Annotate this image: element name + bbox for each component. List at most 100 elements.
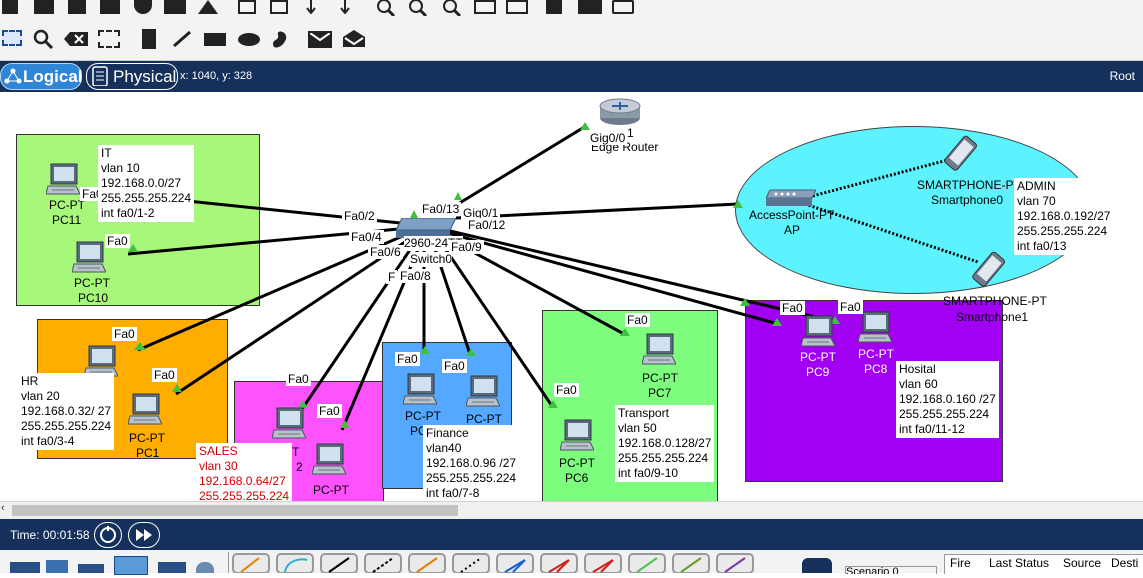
logical-tab[interactable]: Logical	[0, 63, 83, 90]
column-destination[interactable]: Desti	[1111, 556, 1138, 570]
resize-icon[interactable]	[98, 30, 120, 48]
pc9[interactable]	[800, 314, 836, 348]
power-cycle-button[interactable]	[94, 522, 122, 548]
freeform-icon[interactable]	[270, 29, 290, 49]
smartphone1[interactable]	[968, 250, 1008, 290]
pc1[interactable]	[127, 392, 163, 426]
it-vlan-note[interactable]: IT vlan 10 192.168.0.0/27 255.255.255.22…	[98, 145, 195, 222]
custom-devices-icon[interactable]	[506, 0, 528, 14]
finance-vlan-note[interactable]: Finance vlan40 192.168.0.96 /27 255.255.…	[423, 425, 520, 501]
complex-pdu-icon[interactable]	[342, 29, 366, 48]
smartphone-icon	[944, 135, 977, 171]
paste-icon[interactable]	[270, 0, 288, 14]
access-point[interactable]	[765, 188, 817, 208]
smartphone0-model: SMARTPHONE-PT	[917, 178, 1021, 192]
finance-network: 192.168.0.96 /27	[426, 456, 517, 470]
document-icon[interactable]	[546, 0, 562, 14]
column-last-status[interactable]: Last Status	[989, 556, 1049, 570]
server-icon[interactable]	[578, 0, 602, 14]
pc-icon	[857, 311, 893, 343]
simple-pdu-icon[interactable]	[308, 31, 332, 48]
rectangle-icon[interactable]	[204, 33, 226, 46]
pc5[interactable]	[465, 374, 501, 408]
pc3[interactable]	[311, 442, 347, 476]
pc11[interactable]	[45, 162, 81, 196]
admin-title: ADMIN	[1017, 179, 1056, 193]
pc10-model: PC-PT	[74, 276, 110, 290]
finance-title: Finance	[426, 426, 469, 440]
switch-port-f: F	[386, 270, 398, 284]
scrollbar-thumb[interactable]	[12, 505, 458, 516]
it-title: IT	[101, 146, 112, 160]
pc-icon	[559, 419, 595, 451]
zoom-out-icon[interactable]	[442, 0, 462, 18]
inspect-icon[interactable]	[33, 29, 55, 50]
router-model: 1	[627, 126, 634, 140]
line-icon[interactable]	[172, 30, 192, 48]
pc6-name: PC6	[565, 471, 589, 485]
scroll-left-icon[interactable]: ‹	[1, 502, 5, 514]
hospital-vlan-note[interactable]: Hosital vlan 60 192.168.0.160 /27 255.25…	[896, 361, 999, 438]
cloud-category-icon[interactable]	[196, 562, 214, 573]
admin-vlan-note[interactable]: ADMIN vlan 70 192.168.0.192/27 255.255.2…	[1014, 178, 1114, 255]
link-led	[410, 210, 418, 218]
ellipse-icon[interactable]	[238, 33, 260, 46]
pc9-port: Fa0	[780, 301, 805, 315]
undo-icon[interactable]	[304, 0, 318, 15]
physical-tab[interactable]: Physical	[86, 63, 178, 90]
print-icon[interactable]	[100, 0, 120, 14]
admin-network: 192.168.0.192/27	[1017, 209, 1111, 223]
switch0[interactable]	[395, 217, 457, 238]
drawing-palette-icon[interactable]	[474, 0, 496, 14]
pc-icon	[402, 373, 438, 405]
root-label[interactable]: Root	[1110, 69, 1135, 83]
screenshot-icon[interactable]	[612, 0, 634, 14]
pc11-name: PC11	[52, 213, 82, 227]
edit-toolbar	[0, 22, 1143, 61]
switch-port-fa0-8: Fa0/8	[398, 269, 433, 283]
select-icon[interactable]	[2, 30, 22, 46]
wireless-category-icon[interactable]	[114, 556, 148, 575]
switch-category-icon[interactable]	[46, 560, 68, 573]
pc2[interactable]	[271, 406, 307, 440]
device-category-icon[interactable]	[10, 562, 40, 573]
fast-forward-button[interactable]	[128, 522, 160, 548]
pc-icon	[465, 375, 501, 407]
smartphone0[interactable]	[940, 134, 980, 174]
column-source[interactable]: Source	[1063, 556, 1101, 570]
pc6[interactable]	[559, 418, 595, 452]
sales-vlan-note[interactable]: SALES vlan 30 192.168.0.64/27 255.255.25…	[196, 443, 293, 501]
logical-icon	[4, 68, 22, 84]
open-icon[interactable]	[34, 0, 54, 14]
pdu-list-icon[interactable]	[802, 558, 832, 573]
finance-ports: int fa0/7-8	[426, 486, 480, 500]
access-point-icon	[765, 189, 817, 206]
connections-category-icon[interactable]	[158, 562, 186, 573]
pc8[interactable]	[857, 310, 893, 344]
hub-category-icon[interactable]	[78, 564, 104, 573]
pc7[interactable]	[641, 332, 677, 366]
pc10[interactable]	[71, 240, 107, 274]
sales-vlan: vlan 30	[199, 459, 238, 473]
zoom-in-icon[interactable]	[376, 0, 396, 18]
wizard-icon[interactable]	[164, 0, 186, 14]
info-icon[interactable]	[134, 0, 152, 14]
copy-icon[interactable]	[238, 0, 256, 14]
pc4[interactable]	[402, 372, 438, 406]
edge-router[interactable]	[598, 96, 642, 126]
save-icon[interactable]	[68, 0, 86, 14]
transport-ports: int fa0/9-10	[618, 466, 679, 480]
transport-vlan-note[interactable]: Transport vlan 50 192.168.0.128/27 255.2…	[615, 405, 715, 482]
new-icon[interactable]	[2, 0, 18, 14]
zoom-reset-icon[interactable]	[408, 0, 428, 18]
link-pc1	[175, 234, 415, 396]
logical-workspace[interactable]: 1 Edge Router Gig0/0 2960-24TT Switch0 F…	[0, 92, 1143, 501]
note-icon[interactable]	[142, 29, 156, 49]
pc2-port: Fa0	[286, 372, 311, 386]
hr-vlan-note[interactable]: HR vlan 20 192.168.0.32/ 27 255.255.255.…	[18, 373, 115, 450]
activity-wizard-icon[interactable]	[198, 0, 218, 14]
horizontal-scrollbar[interactable]: ‹	[0, 501, 1143, 519]
redo-icon[interactable]	[338, 0, 352, 15]
column-fire[interactable]: Fire	[950, 556, 971, 570]
delete-icon[interactable]	[64, 32, 88, 46]
